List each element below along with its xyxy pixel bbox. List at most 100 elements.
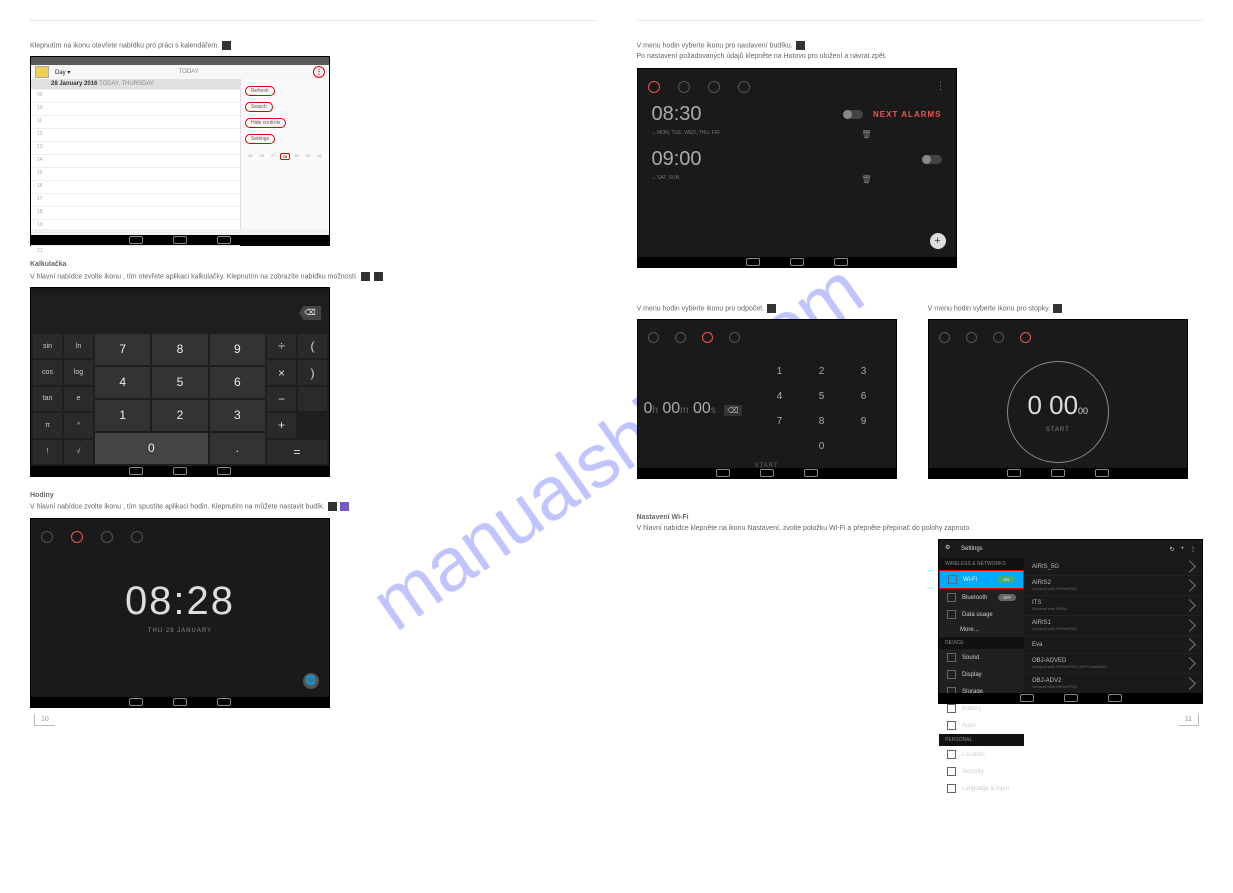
world-clock-fab[interactable]: 🌐 [303, 673, 319, 689]
calc-5[interactable]: 5 [152, 367, 207, 398]
chevron-down-icon[interactable]: ⌄ [652, 175, 656, 181]
calc-ln[interactable]: ln [64, 334, 93, 358]
sidebar-item-location[interactable]: Location [939, 746, 1024, 763]
sidebar-item-security[interactable]: Security [939, 763, 1024, 780]
nav-recent-icon[interactable] [217, 236, 231, 244]
sidebar-item-bluetooth[interactable]: BluetoothOFF [939, 589, 1024, 606]
calendar-dropdown[interactable]: Day ▾ [55, 69, 70, 76]
sidebar-item-sound[interactable]: Sound [939, 649, 1024, 666]
nav-recent-icon[interactable] [217, 698, 231, 706]
nav-home-icon[interactable] [173, 467, 187, 475]
calc-pow[interactable]: ^ [64, 413, 93, 437]
nav-home-icon[interactable] [173, 236, 187, 244]
nav-home-icon[interactable] [173, 698, 187, 706]
add-alarm-fab[interactable]: + [930, 233, 946, 249]
tab-clock[interactable] [678, 81, 690, 93]
alarm-time-1[interactable]: 08:30 [652, 103, 702, 126]
nav-recent-icon[interactable] [834, 258, 848, 266]
backspace-button[interactable]: ⌫ [299, 306, 321, 320]
calc-sin[interactable]: sin [33, 334, 62, 358]
nav-recent-icon[interactable] [1108, 694, 1122, 702]
calc-div[interactable]: ÷ [267, 334, 296, 358]
delete-icon[interactable]: 🗑 [861, 175, 871, 184]
nav-recent-icon[interactable] [1095, 469, 1109, 477]
calc-e[interactable]: e [64, 387, 93, 411]
calc-3[interactable]: 3 [210, 400, 265, 431]
add-network-icon[interactable]: + [1180, 546, 1184, 552]
calc-7[interactable]: 7 [95, 334, 150, 365]
wifi-network-list[interactable]: AIRIS_5G AIRIS2Secured with WPA/WPA2 ITS… [1024, 558, 1202, 698]
nav-back-icon[interactable] [746, 258, 760, 266]
calc-tan[interactable]: tan [33, 387, 62, 411]
nav-back-icon[interactable] [716, 469, 730, 477]
calc-0[interactable]: 0 [95, 433, 208, 464]
tab-clock[interactable] [71, 531, 83, 543]
nav-recent-icon[interactable] [804, 469, 818, 477]
nav-back-icon[interactable] [129, 236, 143, 244]
menu-search[interactable]: Search [245, 102, 273, 112]
calc-eq[interactable]: = [267, 440, 327, 464]
sidebar-item-language[interactable]: Language & input [939, 780, 1024, 797]
calc-sqrt[interactable]: √ [64, 440, 93, 464]
calc-pi[interactable]: π [33, 413, 62, 437]
calendar-menu-icon[interactable]: ⋮ [313, 66, 325, 78]
calc-log[interactable]: log [64, 360, 93, 384]
calendar-hour-grid[interactable]: 09101112131415161718192021 [31, 89, 240, 258]
sidebar-item-apps[interactable]: Apps [939, 717, 1024, 734]
tab-timer[interactable] [101, 531, 113, 543]
tab-timer[interactable] [708, 81, 720, 93]
sidebar-item-wifi[interactable]: Wi-FiON [939, 570, 1024, 589]
calc-add[interactable]: + [267, 413, 296, 437]
tab-alarm[interactable] [648, 81, 660, 93]
nav-back-icon[interactable] [129, 467, 143, 475]
calc-cos[interactable]: cos [33, 360, 62, 384]
calendar-app-icon[interactable] [35, 66, 49, 78]
calc-6[interactable]: 6 [210, 367, 265, 398]
menu-settings[interactable]: Settings [245, 134, 275, 144]
sidebar-item-more[interactable]: More… [939, 623, 1024, 637]
sidebar-item-display[interactable]: Display [939, 666, 1024, 683]
tab-stopwatch[interactable] [1020, 332, 1031, 343]
calc-paren-open[interactable]: ( [298, 334, 327, 358]
calc-9[interactable]: 9 [210, 334, 265, 365]
calendar-today-button[interactable]: TODAY [179, 69, 205, 75]
tab-stopwatch[interactable] [131, 531, 143, 543]
alarm-time-2[interactable]: 09:00 [652, 148, 702, 171]
tab-alarm[interactable] [648, 332, 659, 343]
alarm-toggle-1[interactable] [843, 110, 863, 119]
calc-sub[interactable]: − [267, 387, 296, 411]
backspace-icon[interactable]: ⌫ [724, 405, 741, 416]
tab-stopwatch[interactable] [738, 81, 750, 93]
tab-timer[interactable] [702, 332, 713, 343]
nav-back-icon[interactable] [1007, 469, 1021, 477]
nav-home-icon[interactable] [760, 469, 774, 477]
overflow-icon[interactable]: ⋮ [936, 81, 946, 91]
nav-back-icon[interactable] [129, 698, 143, 706]
delete-icon[interactable]: 🗑 [861, 130, 871, 139]
nav-home-icon[interactable] [1064, 694, 1078, 702]
calc-4[interactable]: 4 [95, 367, 150, 398]
tab-timer[interactable] [993, 332, 1004, 343]
wifi-scan-icon[interactable]: ↻ [1169, 546, 1174, 553]
overflow-icon[interactable]: ⋮ [1190, 546, 1196, 553]
nav-back-icon[interactable] [1020, 694, 1034, 702]
nav-home-icon[interactable] [1051, 469, 1065, 477]
calc-paren-close[interactable]: ) [298, 360, 327, 384]
tab-alarm[interactable] [939, 332, 950, 343]
calc-mul[interactable]: × [267, 360, 296, 384]
calc-dot[interactable]: . [210, 433, 265, 464]
calc-1[interactable]: 1 [95, 400, 150, 431]
tab-stopwatch[interactable] [729, 332, 740, 343]
nav-recent-icon[interactable] [217, 467, 231, 475]
calc-8[interactable]: 8 [152, 334, 207, 365]
calc-fact[interactable]: ! [33, 440, 62, 464]
tab-clock[interactable] [966, 332, 977, 343]
tab-clock[interactable] [675, 332, 686, 343]
sidebar-item-data-usage[interactable]: Data usage [939, 606, 1024, 623]
chevron-down-icon[interactable]: ⌄ [652, 130, 656, 136]
tab-alarm[interactable] [41, 531, 53, 543]
menu-hide-controls[interactable]: Hide controls [245, 118, 286, 128]
nav-home-icon[interactable] [790, 258, 804, 266]
start-button[interactable]: START [1046, 427, 1070, 433]
menu-refresh[interactable]: Refresh [245, 86, 275, 96]
